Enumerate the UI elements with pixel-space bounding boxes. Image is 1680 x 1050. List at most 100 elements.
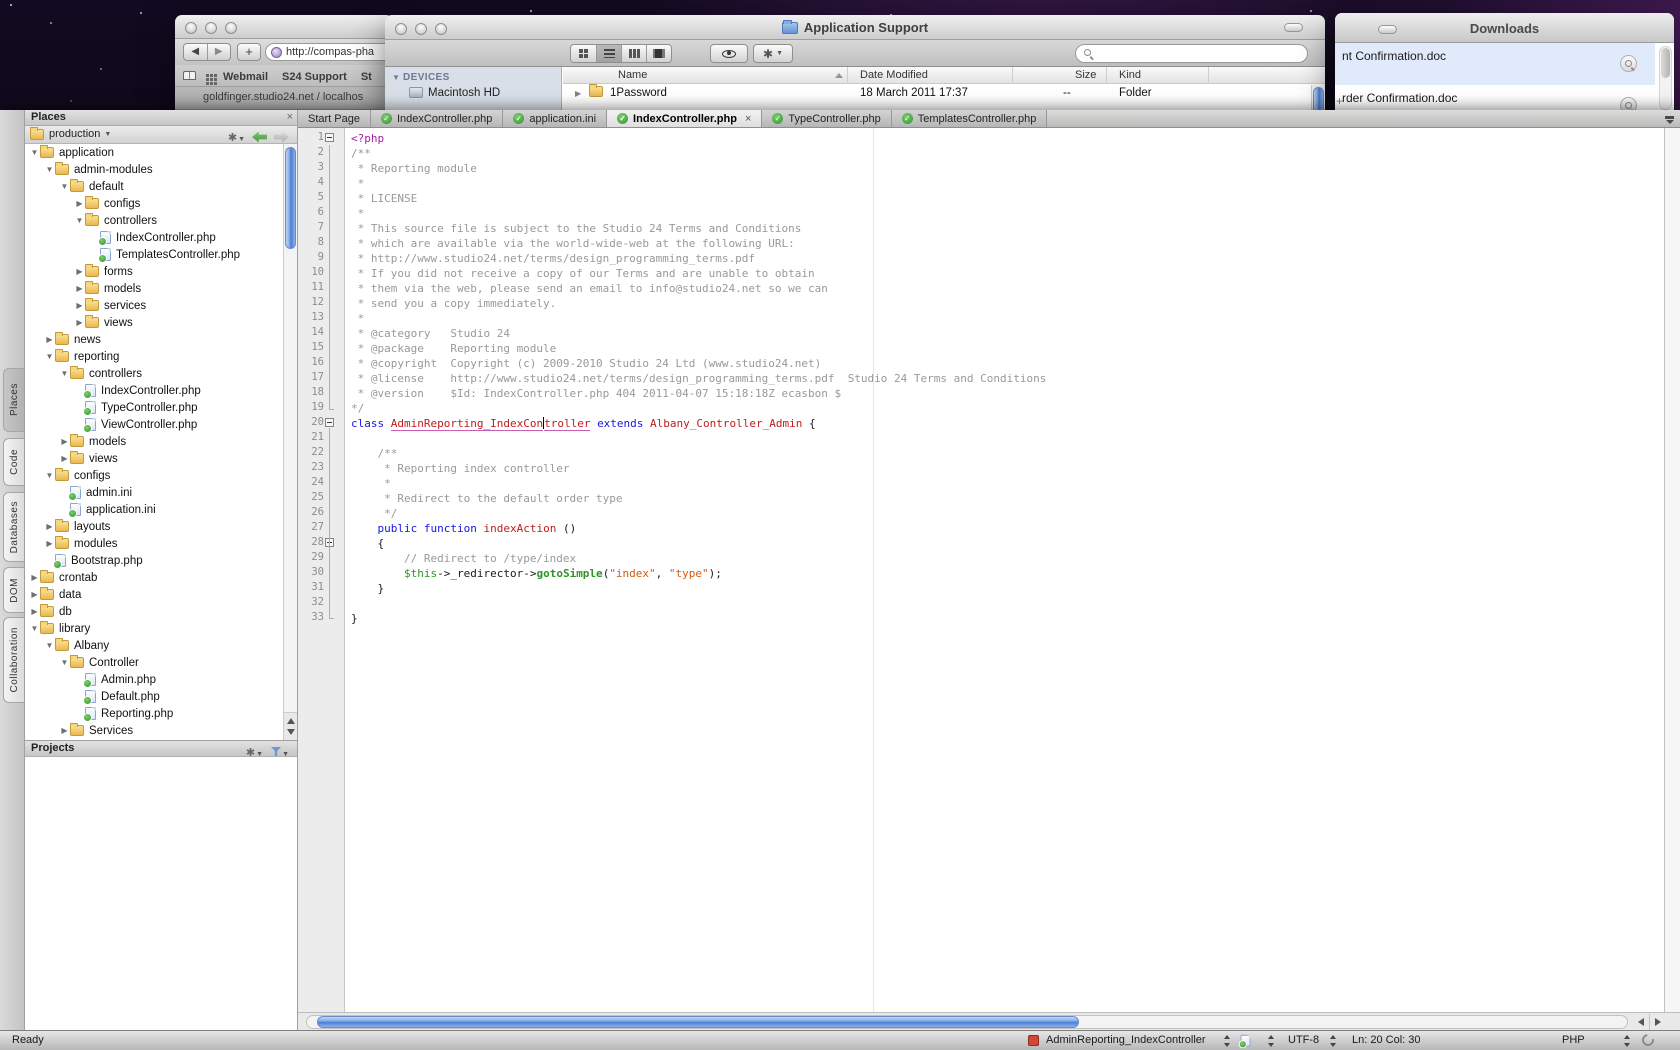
tree-item[interactable]: ▶modules [25, 535, 284, 552]
tree-item[interactable]: ▶Services [25, 722, 284, 739]
disclosure-icon[interactable]: ▼ [44, 641, 55, 650]
action-gear-button[interactable]: ✱▼ [753, 44, 793, 63]
zoom-button[interactable] [225, 22, 237, 34]
bookmark-item[interactable]: St [361, 71, 372, 83]
tree-item[interactable]: ▶models [25, 280, 284, 297]
finder-titlebar[interactable]: Application Support [385, 15, 1325, 40]
side-tab-dom[interactable]: DOM [3, 567, 24, 613]
browser-window[interactable]: ◀▶ + http://compas-pha Webmail S24 Suppor… [175, 15, 393, 110]
tree-item[interactable]: ▼controllers [25, 365, 284, 382]
disclosure-icon[interactable]: ▶ [44, 522, 55, 531]
tree-item[interactable]: Bootstrap.php [25, 552, 284, 569]
tree-item[interactable]: TemplatesController.php [25, 246, 284, 263]
editor-vertical-scrollbar[interactable] [1664, 128, 1680, 1012]
editor-tab[interactable]: ✓TypeController.php [762, 110, 891, 127]
stepper-icon[interactable] [1624, 1035, 1631, 1047]
tab-list-dropdown-button[interactable] [1662, 113, 1677, 126]
column-header-size[interactable]: Size [1075, 69, 1096, 81]
view-mode-segmented-control[interactable] [570, 44, 672, 63]
coverflow-view-button[interactable] [646, 45, 671, 62]
close-icon[interactable]: × [745, 113, 751, 125]
tree-item[interactable]: IndexController.php [25, 229, 284, 246]
scrollbar-thumb[interactable] [1313, 87, 1324, 110]
tree-item[interactable]: ▶models [25, 433, 284, 450]
code-fold-toggle[interactable] [325, 418, 334, 427]
download-list-item[interactable]: rder Confirmation.doc [1335, 85, 1655, 110]
refresh-spinner-icon[interactable] [1640, 1032, 1657, 1049]
tree-item[interactable]: application.ini [25, 501, 284, 518]
stepper-icon[interactable] [1224, 1035, 1231, 1047]
back-button[interactable]: ◀ [184, 44, 207, 60]
toolbar-toggle-pill-button[interactable] [1284, 23, 1303, 32]
forward-arrow-button[interactable] [274, 132, 289, 143]
editor-horizontal-scrollbar[interactable] [298, 1012, 1680, 1030]
scroll-down-icon[interactable] [287, 729, 295, 735]
tree-item[interactable]: ▼library [25, 620, 284, 637]
code-editor[interactable]: 1234567891011121314151617181920212223242… [298, 128, 1680, 1012]
back-arrow-button[interactable] [252, 132, 267, 143]
tree-item[interactable]: ▼reporting [25, 348, 284, 365]
forward-button[interactable]: ▶ [207, 44, 231, 60]
url-field[interactable]: http://compas-pha [265, 43, 393, 61]
tree-item[interactable]: ▶data [25, 586, 284, 603]
tree-item[interactable]: Reporting.php [25, 705, 284, 722]
disclosure-icon[interactable]: ▶ [29, 590, 40, 599]
disclosure-icon[interactable]: ▼ [44, 352, 55, 361]
current-symbol[interactable]: AdminReporting_IndexController [1046, 1034, 1206, 1046]
reveal-magnifier-button[interactable] [1620, 55, 1637, 72]
code-area[interactable]: <?php/** * Reporting module * * LICENSE … [345, 128, 1664, 1012]
browser-titlebar[interactable] [175, 15, 393, 39]
tree-item[interactable]: ViewController.php [25, 416, 284, 433]
disclosure-icon[interactable]: ▼ [44, 165, 55, 174]
tree-item[interactable]: ▶forms [25, 263, 284, 280]
tree-item[interactable]: ▶configs [25, 195, 284, 212]
reveal-magnifier-button[interactable] [1620, 97, 1637, 110]
disclosure-icon[interactable]: ▶ [44, 335, 55, 344]
column-header-kind[interactable]: Kind [1119, 69, 1141, 81]
disclosure-icon[interactable]: ▼ [44, 471, 55, 480]
disclosure-icon[interactable]: ▼ [59, 182, 70, 191]
browser-traffic-lights[interactable] [185, 21, 245, 39]
downloads-titlebar[interactable]: Downloads [1335, 13, 1674, 43]
side-tab-collaboration[interactable]: Collaboration [3, 617, 24, 703]
scrollbar-thumb[interactable] [317, 1016, 1079, 1028]
tree-item[interactable]: ▶crontab [25, 569, 284, 586]
disclosure-icon[interactable]: ▶ [74, 318, 85, 327]
search-input[interactable] [1075, 44, 1308, 63]
code-fold-toggle[interactable] [325, 133, 334, 142]
disclosure-icon[interactable]: ▼ [29, 624, 40, 633]
devices-disclosure-icon[interactable]: ▼ [392, 73, 400, 82]
browser-tab-bar[interactable]: goldfinger.studio24.net / localhos [175, 87, 393, 110]
tree-item[interactable]: ▼Albany [25, 637, 284, 654]
disclosure-icon[interactable]: ▶ [59, 726, 70, 735]
tree-vertical-scrollbar[interactable] [283, 144, 297, 740]
tree-item[interactable]: ▼application [25, 144, 284, 161]
scrollbar-arrows[interactable] [284, 712, 297, 740]
tree-item[interactable]: ▼default [25, 178, 284, 195]
bookmarks-book-icon[interactable] [183, 71, 196, 80]
encoding-indicator[interactable]: UTF-8 [1288, 1034, 1319, 1046]
scroll-right-button[interactable] [1649, 1014, 1666, 1030]
column-header-name[interactable]: Name [618, 69, 647, 81]
disclosure-icon[interactable]: ▶ [74, 199, 85, 208]
finder-window[interactable]: Application Support ✱▼ ▼ DEVICES Macinto… [385, 15, 1325, 110]
table-row[interactable]: ▶ 1Password 18 March 2011 17:37 -- Folde… [563, 85, 1325, 102]
bookmark-item[interactable]: Webmail [223, 71, 268, 83]
top-sites-grid-icon[interactable] [206, 74, 209, 77]
new-tab-button[interactable]: + [237, 43, 261, 61]
tree-item[interactable]: admin.ini [25, 484, 284, 501]
disclosure-icon[interactable]: ▶ [74, 284, 85, 293]
close-icon[interactable]: × [287, 111, 293, 123]
tree-item[interactable]: IndexController.php [25, 382, 284, 399]
disclosure-icon[interactable]: ▼ [74, 216, 85, 225]
scroll-left-button[interactable] [1632, 1014, 1649, 1030]
scrollbar-thumb[interactable] [1661, 48, 1670, 78]
bookmark-item[interactable]: S24 Support [282, 71, 347, 83]
tree-item[interactable]: Admin.php [25, 671, 284, 688]
tree-item[interactable]: Default.php [25, 688, 284, 705]
scrollbar-track[interactable] [306, 1015, 1628, 1029]
back-forward-buttons[interactable]: ◀▶ [183, 43, 231, 61]
downloads-window[interactable]: Downloads nt Confirmation.docrder Confir… [1335, 13, 1674, 110]
disclosure-icon[interactable]: ▶ [59, 454, 70, 463]
icon-view-button[interactable] [571, 45, 596, 62]
